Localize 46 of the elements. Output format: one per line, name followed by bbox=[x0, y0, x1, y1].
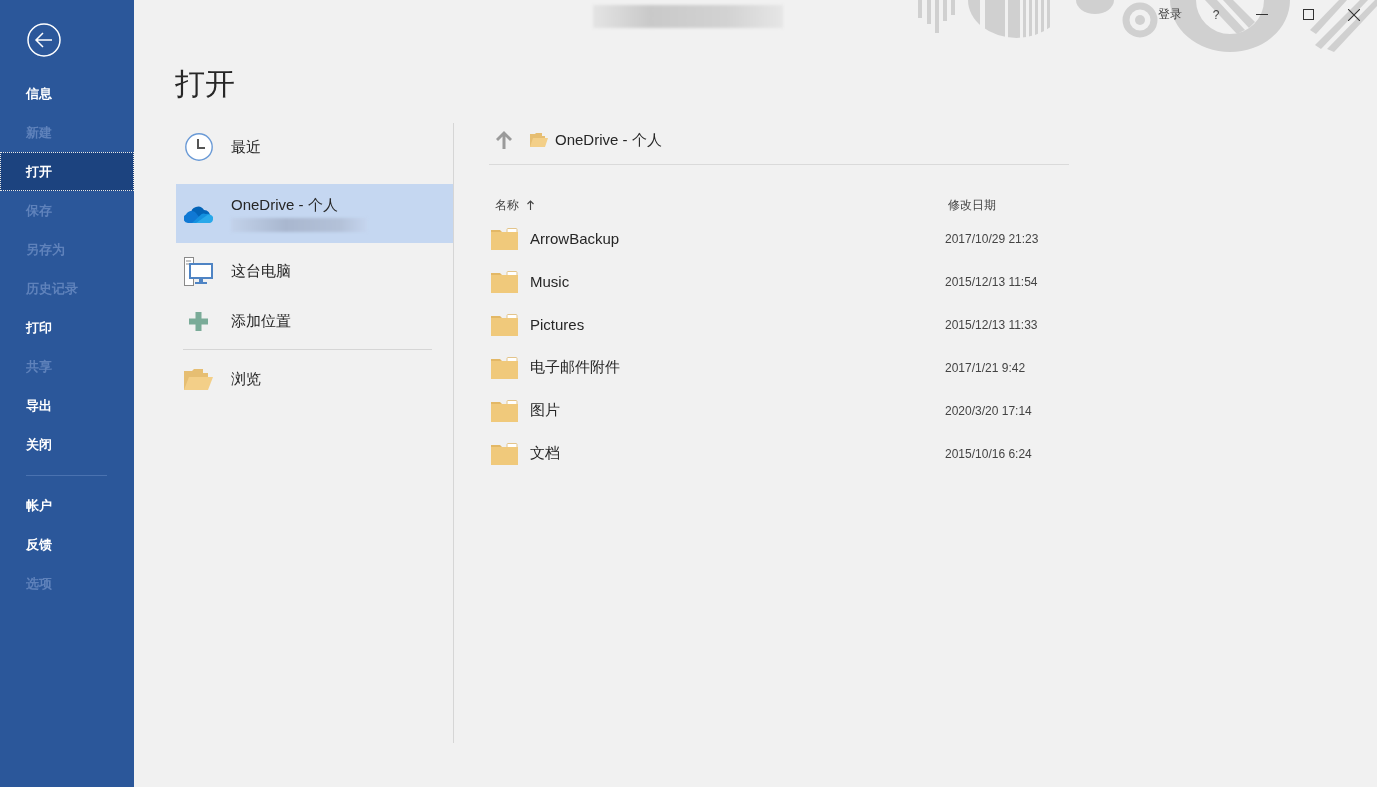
location-item[interactable]: 添加位置 bbox=[176, 296, 453, 346]
folder-name[interactable]: 电子邮件附件 bbox=[530, 358, 945, 377]
open-folder-icon bbox=[184, 368, 213, 390]
maximize-icon bbox=[1302, 9, 1314, 20]
column-header[interactable]: 修改日期 bbox=[948, 196, 1069, 214]
up-arrow-icon bbox=[496, 131, 512, 149]
sign-in-button[interactable]: 登录 bbox=[1147, 0, 1193, 29]
sidebar-item[interactable]: 信息 bbox=[0, 74, 134, 113]
folder-name[interactable]: 文档 bbox=[530, 444, 945, 463]
open-folder-icon bbox=[530, 133, 548, 147]
clock-icon bbox=[184, 133, 213, 161]
folder-name[interactable]: 图片 bbox=[530, 401, 945, 420]
computer-icon bbox=[184, 256, 213, 286]
sidebar-item[interactable]: 帐户 bbox=[0, 486, 134, 525]
minimize-icon bbox=[1256, 14, 1268, 15]
folder-icon bbox=[491, 270, 518, 293]
folder-icon bbox=[491, 399, 518, 422]
modified-date: 2015/12/13 11:33 bbox=[945, 317, 1039, 332]
sidebar-item[interactable]: 反馈 bbox=[0, 525, 134, 564]
sidebar-item[interactable]: 导出 bbox=[0, 386, 134, 425]
column-header[interactable]: 名称 bbox=[489, 196, 534, 214]
folder-icon bbox=[491, 442, 518, 465]
location-item[interactable]: OneDrive - 个人 bbox=[176, 184, 453, 243]
location-item[interactable]: 这台电脑 bbox=[176, 246, 453, 296]
modified-date: 2015/12/13 11:54 bbox=[945, 274, 1039, 289]
folder-name[interactable]: Pictures bbox=[530, 316, 945, 333]
folder-icon bbox=[491, 356, 518, 379]
cloud-icon bbox=[184, 204, 213, 223]
back-button[interactable] bbox=[27, 23, 61, 57]
location-item[interactable]: 最近 bbox=[176, 123, 453, 171]
breadcrumb-path[interactable]: OneDrive - 个人 bbox=[555, 130, 662, 150]
folder-icon bbox=[491, 313, 518, 336]
plus-icon bbox=[189, 311, 208, 331]
sidebar-item[interactable]: 打开 bbox=[0, 152, 134, 191]
modified-date: 2017/10/29 21:23 bbox=[945, 231, 1040, 246]
folder-name[interactable]: ArrowBackup bbox=[530, 230, 945, 247]
page-title: 打开 bbox=[175, 66, 235, 102]
modified-date: 2015/10/16 6:24 bbox=[945, 446, 1033, 461]
folder-name[interactable]: Music bbox=[530, 273, 945, 290]
folder-icon bbox=[491, 227, 518, 250]
sidebar-item[interactable]: 打印 bbox=[0, 308, 134, 347]
sidebar-item[interactable]: 关闭 bbox=[0, 425, 134, 464]
close-icon bbox=[1348, 8, 1360, 21]
browse-button[interactable]: 浏览 bbox=[176, 354, 453, 404]
modified-date: 2017/1/21 9:42 bbox=[945, 360, 1027, 375]
modified-date: 2020/3/20 17:14 bbox=[945, 403, 1033, 418]
